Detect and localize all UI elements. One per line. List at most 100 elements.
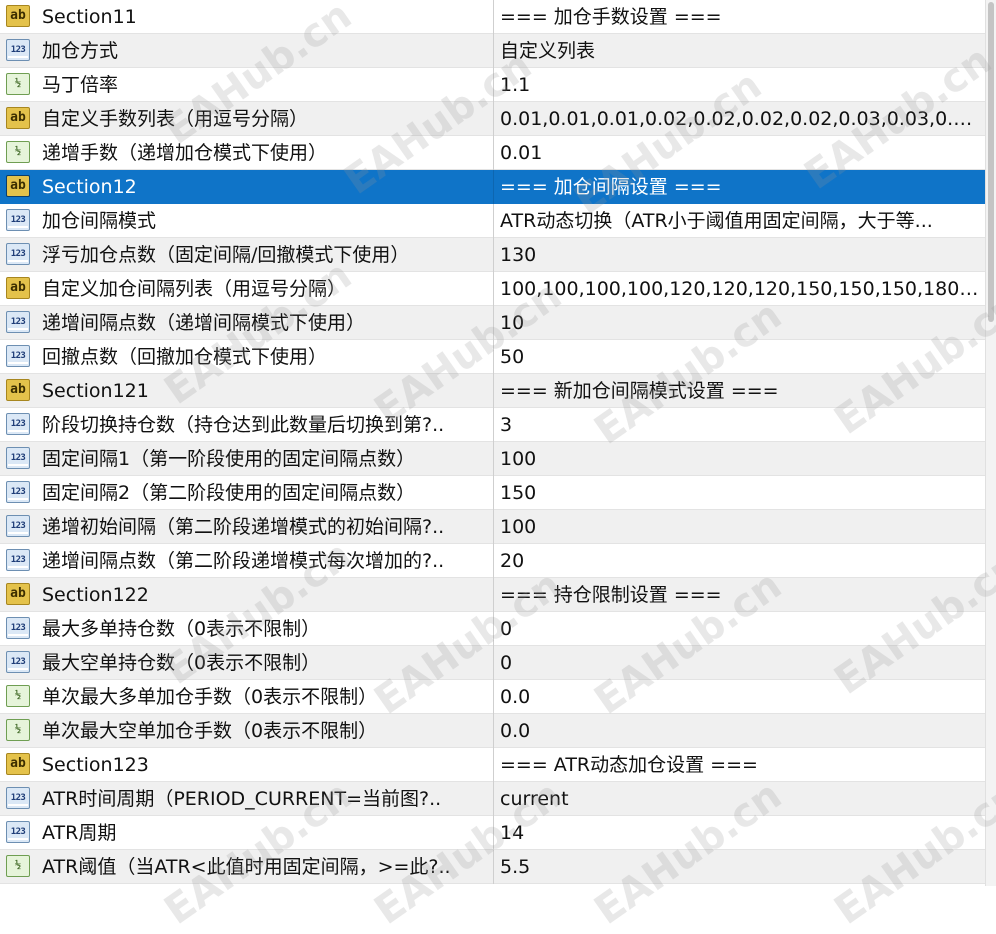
string-type-icon: ab — [6, 379, 30, 401]
parameter-row[interactable]: ab 自定义加仓间隔列表（用逗号分隔） 100,100,100,100,120,12… — [0, 272, 985, 306]
parameter-name: 递增间隔点数（递增间隔模式下使用） — [42, 312, 366, 334]
integer-type-icon: 123 — [6, 311, 30, 333]
column-divider — [493, 340, 494, 374]
scrollbar-thumb[interactable] — [988, 2, 994, 322]
parameter-row[interactable]: 123 ATR时间周期（PERIOD_CURRENT=当前图?.. current — [0, 782, 985, 816]
column-divider — [493, 408, 494, 442]
parameter-row[interactable]: ab Section123 === ATR动态加仓设置 === — [0, 748, 985, 782]
column-divider — [493, 782, 494, 816]
parameter-value[interactable]: 0.01 — [500, 136, 982, 170]
column-divider — [493, 68, 494, 102]
parameter-value[interactable]: current — [500, 782, 982, 816]
parameter-row[interactable]: 123 递增间隔点数（递增间隔模式下使用） 10 — [0, 306, 985, 340]
parameter-row[interactable]: ½ 单次最大多单加仓手数（0表示不限制） 0.0 — [0, 680, 985, 714]
parameter-row[interactable]: 123 递增间隔点数（第二阶段递增模式每次增加的?.. 20 — [0, 544, 985, 578]
integer-type-icon: 123 — [6, 515, 30, 537]
parameter-value[interactable]: 130 — [500, 238, 982, 272]
parameter-row[interactable]: 123 回撤点数（回撤加仓模式下使用） 50 — [0, 340, 985, 374]
parameter-value[interactable]: === 新加仓间隔模式设置 === — [500, 374, 982, 408]
parameter-value[interactable]: 0.0 — [500, 714, 982, 748]
parameter-row[interactable]: 123 阶段切换持仓数（持仓达到此数量后切换到第?.. 3 — [0, 408, 985, 442]
string-type-icon: ab — [6, 583, 30, 605]
parameter-value[interactable]: === 持仓限制设置 === — [500, 578, 982, 612]
string-type-icon: ab — [6, 753, 30, 775]
parameter-name: 递增间隔点数（第二阶段递增模式每次增加的?.. — [42, 550, 445, 572]
parameter-name: Section123 — [42, 754, 149, 776]
parameter-row[interactable]: ½ ATR阈值（当ATR<此值时用固定间隔，>=此?.. 5.5 — [0, 850, 985, 884]
integer-type-icon: 123 — [6, 447, 30, 469]
parameter-row[interactable]: ½ 马丁倍率 1.1 — [0, 68, 985, 102]
parameter-name: 递增初始间隔（第二阶段递增模式的初始间隔?.. — [42, 516, 445, 538]
parameter-row[interactable]: 123 加仓方式 自定义列表 — [0, 34, 985, 68]
parameter-name: 阶段切换持仓数（持仓达到此数量后切换到第?.. — [42, 414, 445, 436]
column-divider — [493, 238, 494, 272]
parameter-name: 自定义加仓间隔列表（用逗号分隔） — [42, 278, 347, 300]
column-divider — [493, 272, 494, 306]
parameter-value[interactable]: 100,100,100,100,120,120,120,150,150,150,… — [500, 272, 982, 306]
parameter-value[interactable]: 3 — [500, 408, 982, 442]
column-divider — [493, 816, 494, 850]
parameter-row[interactable]: ab Section12 === 加仓间隔设置 === — [0, 170, 985, 204]
parameter-name: 固定间隔2（第二阶段使用的固定间隔点数） — [42, 482, 416, 504]
parameter-name: 马丁倍率 — [42, 74, 119, 96]
parameter-row[interactable]: 123 浮亏加仓点数（固定间隔/回撤模式下使用） 130 — [0, 238, 985, 272]
column-divider — [493, 646, 494, 680]
parameter-row[interactable]: ab Section121 === 新加仓间隔模式设置 === — [0, 374, 985, 408]
parameter-row[interactable]: ½ 单次最大空单加仓手数（0表示不限制） 0.0 — [0, 714, 985, 748]
parameter-row[interactable]: 123 最大空单持仓数（0表示不限制） 0 — [0, 646, 985, 680]
parameter-row[interactable]: ab Section122 === 持仓限制设置 === — [0, 578, 985, 612]
column-divider — [493, 612, 494, 646]
column-divider — [493, 0, 494, 34]
integer-type-icon: 123 — [6, 243, 30, 265]
parameter-name: 递增手数（递增加仓模式下使用） — [42, 142, 328, 164]
parameter-value[interactable]: 自定义列表 — [500, 34, 982, 68]
parameter-value[interactable]: 1.1 — [500, 68, 982, 102]
parameter-value[interactable]: 14 — [500, 816, 982, 850]
parameter-value[interactable]: 0 — [500, 646, 982, 680]
parameter-value[interactable]: 20 — [500, 544, 982, 578]
parameter-value[interactable]: 10 — [500, 306, 982, 340]
parameter-name: 最大多单持仓数（0表示不限制） — [42, 618, 321, 640]
parameter-value[interactable]: === ATR动态加仓设置 === — [500, 748, 982, 782]
parameter-row[interactable]: 123 固定间隔1（第一阶段使用的固定间隔点数） 100 — [0, 442, 985, 476]
parameter-value[interactable]: 100 — [500, 510, 982, 544]
parameter-value[interactable]: 0 — [500, 612, 982, 646]
parameter-value[interactable]: === 加仓间隔设置 === — [500, 170, 982, 204]
parameter-value[interactable]: 0.0 — [500, 680, 982, 714]
integer-type-icon: 123 — [6, 39, 30, 61]
parameter-name: 加仓间隔模式 — [42, 210, 157, 232]
double-type-icon: ½ — [6, 855, 30, 877]
inputs-grid: ab Section11 === 加仓手数设置 === 123 加仓方式 自定义列表 ½ 马丁… — [0, 0, 985, 884]
parameter-name: 单次最大空单加仓手数（0表示不限制） — [42, 720, 378, 742]
integer-type-icon: 123 — [6, 821, 30, 843]
parameter-name: ATR时间周期（PERIOD_CURRENT=当前图?.. — [42, 788, 442, 810]
parameter-name: 单次最大多单加仓手数（0表示不限制） — [42, 686, 378, 708]
parameter-name: 固定间隔1（第一阶段使用的固定间隔点数） — [42, 448, 416, 470]
parameter-row[interactable]: 123 最大多单持仓数（0表示不限制） 0 — [0, 612, 985, 646]
vertical-scrollbar[interactable] — [985, 0, 996, 886]
integer-type-icon: 123 — [6, 549, 30, 571]
parameter-value[interactable]: 100 — [500, 442, 982, 476]
parameter-row[interactable]: 123 加仓间隔模式 ATR动态切换（ATR小于阈值用固定间隔，大于等... — [0, 204, 985, 238]
column-divider — [493, 476, 494, 510]
parameter-value[interactable]: === 加仓手数设置 === — [500, 0, 982, 34]
parameter-name: 加仓方式 — [42, 40, 119, 62]
parameter-name: ATR周期 — [42, 822, 117, 844]
string-type-icon: ab — [6, 5, 30, 27]
parameter-value[interactable]: ATR动态切换（ATR小于阈值用固定间隔，大于等... — [500, 204, 982, 238]
column-divider — [493, 544, 494, 578]
parameter-name: Section121 — [42, 380, 149, 402]
parameter-value[interactable]: 50 — [500, 340, 982, 374]
parameter-row[interactable]: 123 递增初始间隔（第二阶段递增模式的初始间隔?.. 100 — [0, 510, 985, 544]
parameter-row[interactable]: ½ 递增手数（递增加仓模式下使用） 0.01 — [0, 136, 985, 170]
parameter-row[interactable]: ab Section11 === 加仓手数设置 === — [0, 0, 985, 34]
integer-type-icon: 123 — [6, 345, 30, 367]
parameter-value[interactable]: 150 — [500, 476, 982, 510]
parameter-value[interactable]: 0.01,0.01,0.01,0.02,0.02,0.02,0.02,0.03,… — [500, 102, 982, 136]
parameter-row[interactable]: 123 固定间隔2（第二阶段使用的固定间隔点数） 150 — [0, 476, 985, 510]
parameter-row[interactable]: ab 自定义手数列表（用逗号分隔） 0.01,0.01,0.01,0.02,0.02… — [0, 102, 985, 136]
integer-type-icon: 123 — [6, 413, 30, 435]
parameter-value[interactable]: 5.5 — [500, 850, 982, 884]
column-divider — [493, 680, 494, 714]
parameter-row[interactable]: 123 ATR周期 14 — [0, 816, 985, 850]
